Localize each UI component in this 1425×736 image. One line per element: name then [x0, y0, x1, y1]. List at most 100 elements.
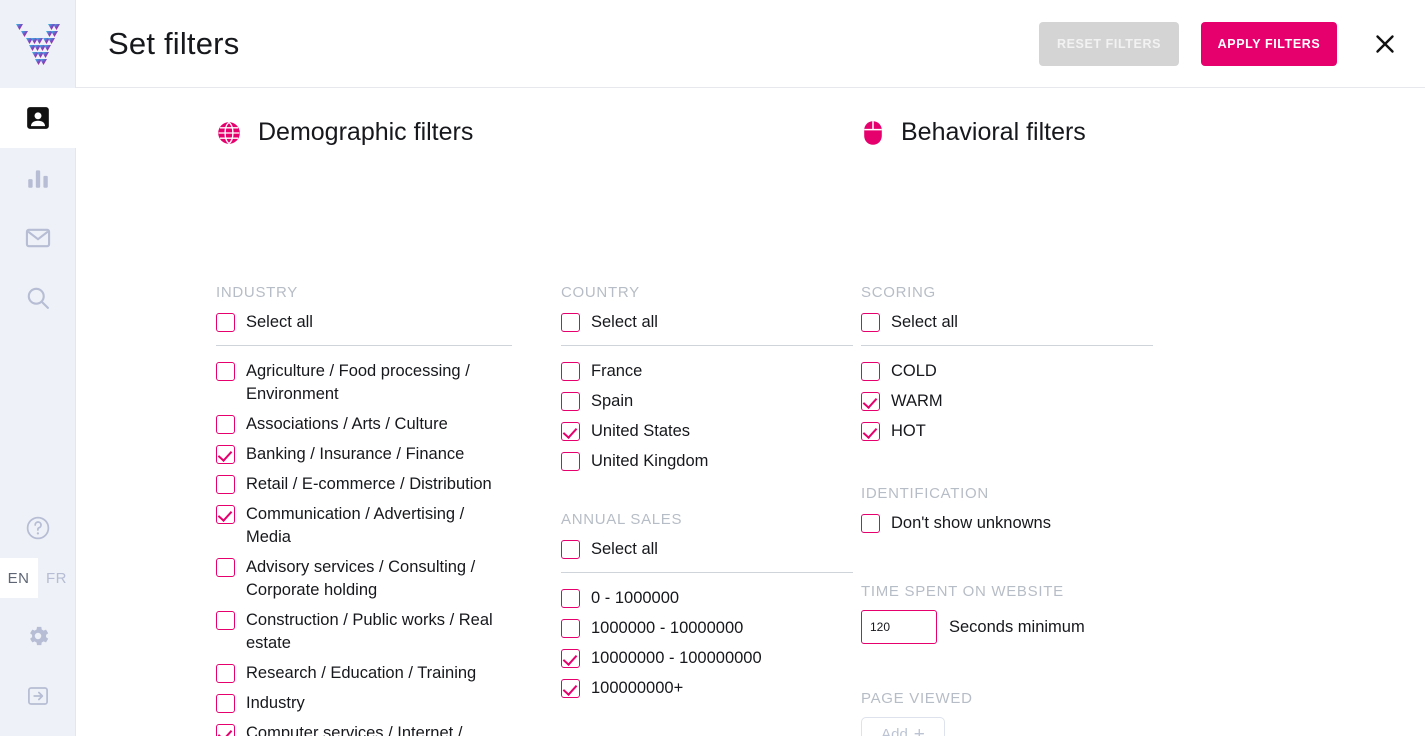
industry-option[interactable]: Associations / Arts / Culture: [216, 413, 512, 436]
checkbox-label: Banking / Insurance / Finance: [246, 443, 464, 466]
checkbox-icon[interactable]: [861, 422, 880, 441]
checkbox-label: Retail / E-commerce / Distribution: [246, 473, 492, 496]
checkbox-icon[interactable]: [216, 505, 235, 524]
checkbox-label: Select all: [591, 538, 658, 561]
industry-option[interactable]: Agriculture / Food processing / Environm…: [216, 360, 512, 406]
time-spent-unit-label: Seconds minimum: [949, 618, 1085, 637]
contact-card-icon: [25, 105, 51, 131]
section-industry: INDUSTRY Select all Agriculture / Food p…: [216, 284, 512, 736]
checkbox-icon[interactable]: [561, 422, 580, 441]
checkbox-icon[interactable]: [561, 649, 580, 668]
time-spent-row: Seconds minimum: [861, 610, 1153, 644]
scoring-select-all[interactable]: Select all: [861, 311, 1153, 334]
app-logo[interactable]: [0, 0, 76, 88]
checkbox-icon[interactable]: [216, 664, 235, 683]
topbar-actions: RESET FILTERS APPLY FILTERS: [1039, 22, 1403, 66]
checkbox-icon[interactable]: [216, 475, 235, 494]
checkbox-icon[interactable]: [861, 514, 880, 533]
section-title: ANNUAL SALES: [561, 511, 853, 528]
sidebar-item-contacts[interactable]: [0, 88, 76, 148]
industry-option[interactable]: Research / Education / Training: [216, 662, 512, 685]
section-title: SCORING: [861, 284, 1153, 301]
section-title: PAGE VIEWED: [861, 690, 1153, 707]
plus-icon: +: [914, 725, 925, 736]
checkbox-icon[interactable]: [561, 540, 580, 559]
section-title: IDENTIFICATION: [861, 485, 1153, 502]
annual-sales-select-all[interactable]: Select all: [561, 538, 853, 561]
scoring-option[interactable]: COLD: [861, 360, 1153, 383]
sidebar-item-analytics[interactable]: [0, 148, 76, 208]
checkbox-icon[interactable]: [561, 679, 580, 698]
checkbox-icon[interactable]: [216, 313, 235, 332]
checkbox-icon[interactable]: [861, 362, 880, 381]
close-button[interactable]: [1367, 26, 1403, 62]
country-option[interactable]: Spain: [561, 390, 853, 413]
industry-option[interactable]: Computer services / Internet / Telecommu…: [216, 722, 512, 736]
checkbox-label: Computer services / Internet / Telecommu…: [246, 722, 512, 736]
checkbox-label: Select all: [591, 311, 658, 334]
group-title-behavioral: Behavioral filters: [861, 118, 1086, 147]
checkbox-label: Select all: [891, 311, 958, 334]
sidebar-item-settings[interactable]: [0, 606, 76, 666]
checkbox-icon[interactable]: [561, 589, 580, 608]
checkbox-label: 10000000 - 100000000: [591, 647, 762, 670]
checkbox-label: 1000000 - 10000000: [591, 617, 743, 640]
checkbox-icon[interactable]: [561, 392, 580, 411]
identification-option[interactable]: Don't show unknowns: [861, 512, 1153, 535]
sidebar-item-mail[interactable]: [0, 208, 76, 268]
checkbox-icon[interactable]: [216, 445, 235, 464]
checkbox-icon[interactable]: [216, 724, 235, 736]
checkbox-icon[interactable]: [561, 619, 580, 638]
checkbox-icon[interactable]: [561, 313, 580, 332]
industry-option[interactable]: Industry: [216, 692, 512, 715]
close-icon: [1373, 32, 1397, 56]
country-option[interactable]: United Kingdom: [561, 450, 853, 473]
section-divider: [561, 572, 853, 573]
country-option[interactable]: United States: [561, 420, 853, 443]
checkbox-label: WARM: [891, 390, 943, 413]
checkbox-icon[interactable]: [216, 362, 235, 381]
language-fr[interactable]: FR: [38, 558, 76, 598]
annual-sales-option[interactable]: 1000000 - 10000000: [561, 617, 853, 640]
checkbox-icon[interactable]: [861, 392, 880, 411]
sidebar-item-help[interactable]: [0, 498, 76, 558]
scoring-option[interactable]: HOT: [861, 420, 1153, 443]
industry-option[interactable]: Advisory services / Consulting / Corpora…: [216, 556, 512, 602]
annual-sales-option[interactable]: 0 - 1000000: [561, 587, 853, 610]
industry-option[interactable]: Communication / Advertising / Media: [216, 503, 512, 549]
time-spent-input[interactable]: [861, 610, 937, 644]
bar-chart-icon: [25, 165, 51, 191]
sidebar-item-logout[interactable]: [0, 666, 76, 726]
language-en[interactable]: EN: [0, 558, 38, 598]
checkbox-icon[interactable]: [561, 452, 580, 471]
main-panel: Set filters RESET FILTERS APPLY FILTERS: [76, 0, 1425, 736]
sidebar-item-search[interactable]: [0, 268, 76, 328]
language-switcher[interactable]: EN FR: [0, 558, 76, 598]
checkbox-label: Spain: [591, 390, 633, 413]
industry-option[interactable]: Retail / E-commerce / Distribution: [216, 473, 512, 496]
industry-option[interactable]: Banking / Insurance / Finance: [216, 443, 512, 466]
section-identification: IDENTIFICATION Don't show unknowns: [861, 485, 1153, 535]
checkbox-icon[interactable]: [216, 415, 235, 434]
scoring-option[interactable]: WARM: [861, 390, 1153, 413]
search-icon: [24, 284, 52, 312]
industry-select-all[interactable]: Select all: [216, 311, 512, 334]
annual-sales-option[interactable]: 100000000+: [561, 677, 853, 700]
checkbox-icon[interactable]: [216, 694, 235, 713]
checkbox-icon[interactable]: [861, 313, 880, 332]
country-option[interactable]: France: [561, 360, 853, 383]
reset-filters-button[interactable]: RESET FILTERS: [1039, 22, 1179, 66]
checkbox-label: Don't show unknowns: [891, 512, 1051, 535]
checkbox-icon[interactable]: [216, 611, 235, 630]
industry-option[interactable]: Construction / Public works / Real estat…: [216, 609, 512, 655]
section-title: COUNTRY: [561, 284, 853, 301]
add-page-viewed-button[interactable]: Add +: [861, 717, 945, 736]
annual-sales-option[interactable]: 10000000 - 100000000: [561, 647, 853, 670]
checkbox-icon[interactable]: [216, 558, 235, 577]
section-page-viewed: PAGE VIEWED Add +: [861, 690, 1153, 736]
country-select-all[interactable]: Select all: [561, 311, 853, 334]
checkbox-icon[interactable]: [561, 362, 580, 381]
checkbox-label: Associations / Arts / Culture: [246, 413, 448, 436]
checkbox-label: Select all: [246, 311, 313, 334]
apply-filters-button[interactable]: APPLY FILTERS: [1201, 22, 1337, 66]
